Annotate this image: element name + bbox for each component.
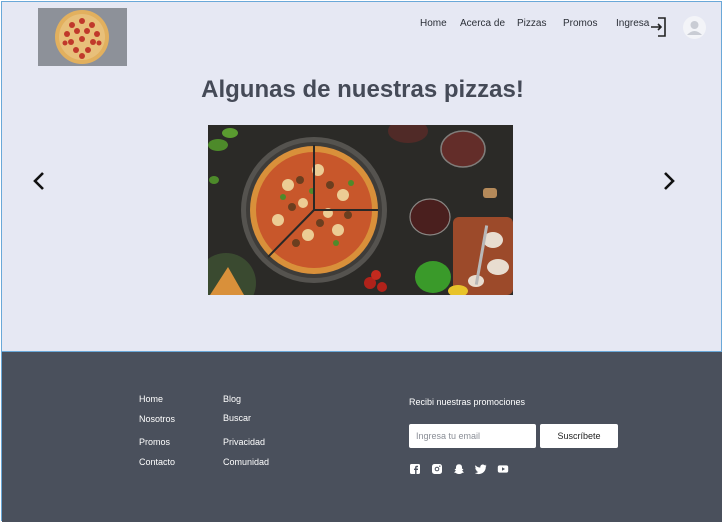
nav-promos[interactable]: Promos: [563, 18, 597, 29]
nav-home[interactable]: Home: [420, 18, 447, 29]
nav-acerca[interactable]: Acerca de: [460, 18, 505, 29]
user-avatar-icon[interactable]: [683, 16, 706, 39]
footer-link-comunidad[interactable]: Comunidad: [223, 457, 269, 467]
chevron-right-icon[interactable]: [661, 170, 677, 197]
email-input[interactable]: [409, 424, 536, 448]
footer-link-buscar[interactable]: Buscar: [223, 413, 251, 423]
footer-link-promos[interactable]: Promos: [139, 437, 170, 447]
youtube-icon[interactable]: [497, 462, 509, 474]
footer-link-privacidad[interactable]: Privacidad: [223, 437, 265, 447]
newsletter-title: Recibi nuestras promociones: [409, 397, 526, 407]
footer-link-blog[interactable]: Blog: [223, 394, 241, 404]
twitter-icon[interactable]: [474, 462, 487, 475]
footer-link-home[interactable]: Home: [139, 394, 163, 404]
pizza-photo: [208, 125, 513, 295]
nav-login-label[interactable]: Ingresa: [616, 18, 649, 29]
footer-link-contacto[interactable]: Contacto: [139, 457, 175, 467]
page-title: Algunas de nuestras pizzas!: [201, 76, 524, 103]
facebook-icon[interactable]: [409, 462, 421, 474]
instagram-icon[interactable]: [431, 462, 443, 474]
pizza-logo[interactable]: [38, 8, 127, 66]
footer-link-nosotros[interactable]: Nosotros: [139, 414, 175, 424]
nav-pizzas[interactable]: Pizzas: [517, 18, 546, 29]
login-icon[interactable]: [650, 16, 668, 43]
chevron-left-icon[interactable]: [31, 170, 47, 197]
snapchat-icon[interactable]: [453, 462, 465, 474]
subscribe-button[interactable]: Suscríbete: [540, 424, 618, 448]
